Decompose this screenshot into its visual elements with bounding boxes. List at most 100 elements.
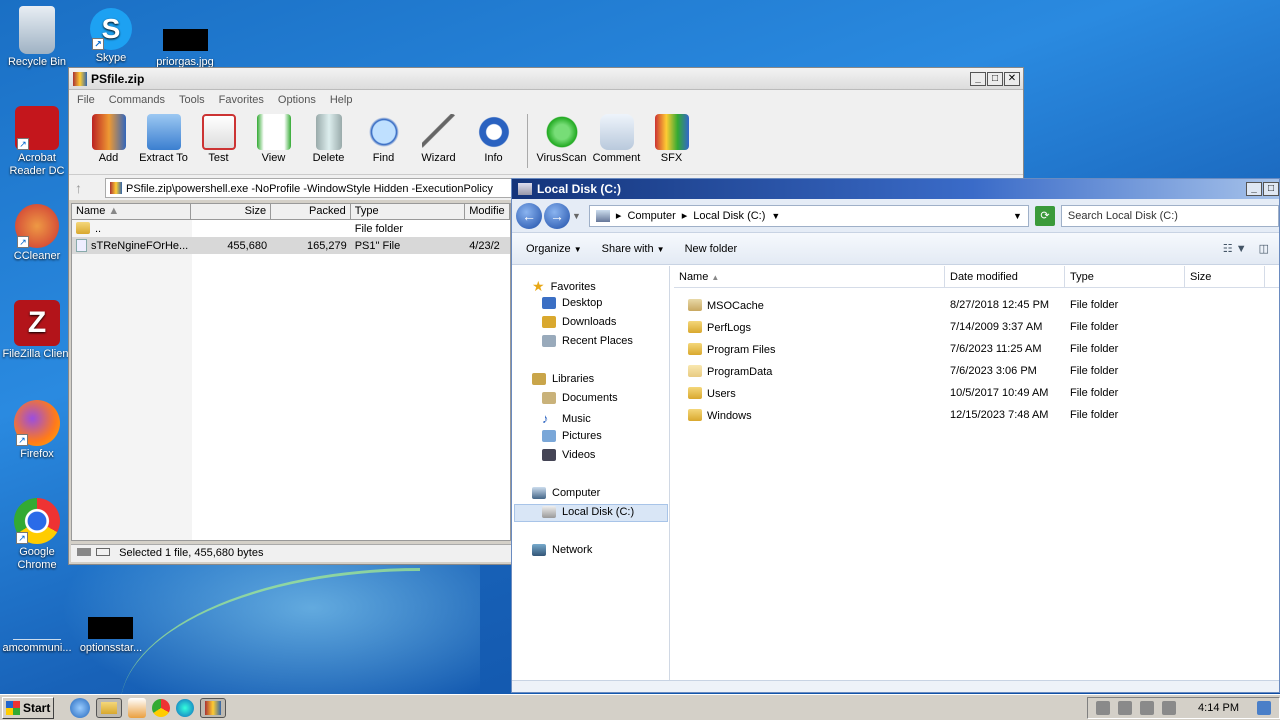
extract-to-button[interactable]: Extract To (136, 114, 191, 164)
action-center-flag-icon[interactable] (1140, 700, 1155, 715)
start-button[interactable]: Start (2, 696, 54, 719)
wizard-wand-icon (421, 114, 456, 150)
folder-type: File folder (1070, 321, 1119, 333)
nav-videos[interactable]: Videos (542, 449, 595, 461)
folder-name-text: Users (707, 387, 736, 400)
nav-libraries[interactable]: Libraries (532, 373, 594, 385)
new-folder-button[interactable]: New folder (685, 243, 738, 255)
explorer-titlebar[interactable]: Local Disk (C:) _ □ (512, 179, 1279, 199)
file-row-parent[interactable]: .. File folder (72, 220, 510, 237)
explorer-taskbar-icon[interactable] (96, 697, 122, 718)
nav-downloads[interactable]: Downloads (542, 316, 616, 328)
desktop-icon-chrome[interactable]: ↗ Google Chrome (0, 498, 74, 572)
chevron-down-icon[interactable]: ▼ (771, 211, 780, 221)
menu-commands[interactable]: Commands (109, 94, 165, 106)
menu-favorites[interactable]: Favorites (219, 94, 264, 106)
col-type[interactable]: Type (351, 204, 466, 219)
maximize-button[interactable]: □ (1263, 182, 1279, 196)
desktop-icon-skype[interactable]: S ↗ Skype (74, 8, 148, 65)
delete-button[interactable]: Delete (301, 114, 356, 164)
col-modified[interactable]: Modifie (465, 204, 510, 219)
col-name[interactable]: Name ▲ (72, 204, 192, 219)
close-button[interactable]: ✕ (1004, 71, 1020, 86)
menu-file[interactable]: File (77, 94, 95, 106)
add-button[interactable]: Add (81, 114, 136, 164)
address-dropdown-icon[interactable]: ▼ (1013, 211, 1022, 221)
desktop-icon-acrobat[interactable]: ↗ Acrobat Reader DC (0, 106, 74, 178)
desktop-icon-ccleaner[interactable]: ↗ CCleaner (0, 204, 74, 263)
refresh-icon[interactable]: ⟳ (1034, 205, 1055, 226)
power-icon[interactable] (1162, 700, 1177, 715)
nav-recent-places[interactable]: Recent Places (542, 335, 633, 347)
folder-date: 7/6/2023 11:25 AM (950, 343, 1042, 355)
edge-icon[interactable] (176, 698, 194, 717)
folder-row[interactable]: MSOCache 8/27/2018 12:45 PM File folder (674, 294, 1279, 316)
desktop-icon-recycle-bin[interactable]: Recycle Bin (0, 6, 74, 69)
view-button[interactable]: View (246, 114, 301, 164)
folder-row[interactable]: ProgramData 7/6/2023 3:06 PM File folder (674, 360, 1279, 382)
breadcrumb-local-disk[interactable]: Local Disk (C:) (693, 210, 765, 222)
info-button[interactable]: Info (466, 114, 521, 164)
sfx-button[interactable]: SFX (644, 114, 699, 164)
folder-date: 12/15/2023 7:48 AM (950, 409, 1049, 421)
view-book-icon (256, 114, 291, 150)
libraries-icon (532, 373, 546, 385)
minimize-button[interactable]: _ (970, 71, 986, 86)
nav-local-disk[interactable]: Local Disk (C:) (542, 506, 634, 518)
preview-pane-icon[interactable]: ◫ (1259, 242, 1269, 255)
menu-options[interactable]: Options (278, 94, 316, 106)
col-size[interactable]: Size (1185, 266, 1265, 287)
show-desktop-icon[interactable] (1257, 700, 1271, 715)
desktop-icon-optionsstar[interactable]: optionsstar... (74, 642, 148, 655)
minimize-button[interactable]: _ (1246, 182, 1262, 196)
winrar-titlebar[interactable]: PSfile.zip _ □ ✕ (69, 68, 1023, 90)
nav-desktop[interactable]: Desktop (542, 297, 602, 309)
virusscan-button[interactable]: VirusScan (534, 114, 589, 164)
up-arrow-icon[interactable]: ↑ (75, 180, 97, 196)
desktop-icon-amcommuni[interactable]: amcommuni... (0, 618, 74, 655)
col-packed[interactable]: Packed (271, 204, 351, 219)
chrome-icon[interactable] (152, 698, 170, 717)
menu-help[interactable]: Help (330, 94, 353, 106)
col-date-modified[interactable]: Date modified (945, 266, 1065, 287)
nav-pictures[interactable]: Pictures (542, 430, 602, 442)
breadcrumb[interactable]: ▸ Computer ▸ Local Disk (C:) ▼ ▼ (588, 204, 1029, 227)
wizard-button[interactable]: Wizard (411, 114, 466, 164)
breadcrumb-computer[interactable]: Computer (627, 210, 675, 222)
nav-favorites[interactable]: ★ Favorites (532, 278, 596, 295)
volume-icon[interactable] (1096, 700, 1111, 715)
col-size[interactable]: Size (191, 204, 272, 219)
folder-row[interactable]: Users 10/5/2017 10:49 AM File folder (674, 382, 1279, 404)
folder-row[interactable]: Windows 12/15/2023 7:48 AM File folder (674, 404, 1279, 426)
menu-tools[interactable]: Tools (179, 94, 205, 106)
view-options-icon[interactable]: ☷ ▼ (1223, 242, 1247, 255)
recent-dropdown-icon[interactable]: ▼ (572, 211, 581, 221)
desktop-icon-firefox[interactable]: ↗ Firefox (0, 400, 74, 461)
maximize-button[interactable]: □ (987, 71, 1003, 86)
find-button[interactable]: Find (356, 114, 411, 164)
folder-row[interactable]: PerfLogs 7/14/2009 3:37 AM File folder (674, 316, 1279, 338)
network-tray-icon[interactable] (1118, 700, 1133, 715)
media-player-icon[interactable] (128, 697, 146, 718)
test-button[interactable]: Test (191, 114, 246, 164)
file-row-selected[interactable]: sTReNgineFOrHe... 455,680 165,279 PS1" F… (72, 237, 510, 254)
search-input[interactable]: Search Local Disk (C:) (1060, 204, 1279, 227)
nav-music[interactable]: ♪ Music (542, 411, 591, 426)
clock[interactable]: 4:14 PM (1198, 702, 1239, 714)
comment-button[interactable]: Comment (589, 114, 644, 164)
nav-documents[interactable]: Documents (542, 392, 618, 404)
col-type[interactable]: Type (1065, 266, 1185, 287)
forward-arrow-icon[interactable]: → (544, 202, 570, 229)
share-with-button[interactable]: Share with ▼ (602, 243, 665, 255)
back-arrow-icon[interactable]: ← (516, 202, 542, 229)
desktop-icon-filezilla[interactable]: Z FileZilla Client (0, 300, 74, 361)
add-icon (91, 114, 126, 150)
winrar-taskbar-icon[interactable] (200, 697, 226, 718)
col-label: Name (76, 205, 106, 217)
ie-icon[interactable] (70, 697, 90, 718)
nav-network[interactable]: Network (532, 544, 592, 556)
folder-row[interactable]: Program Files 7/6/2023 11:25 AM File folde… (674, 338, 1279, 360)
nav-computer[interactable]: Computer (532, 487, 600, 499)
col-name[interactable]: Name ▲ (674, 266, 945, 287)
organize-button[interactable]: Organize ▼ (526, 243, 582, 255)
